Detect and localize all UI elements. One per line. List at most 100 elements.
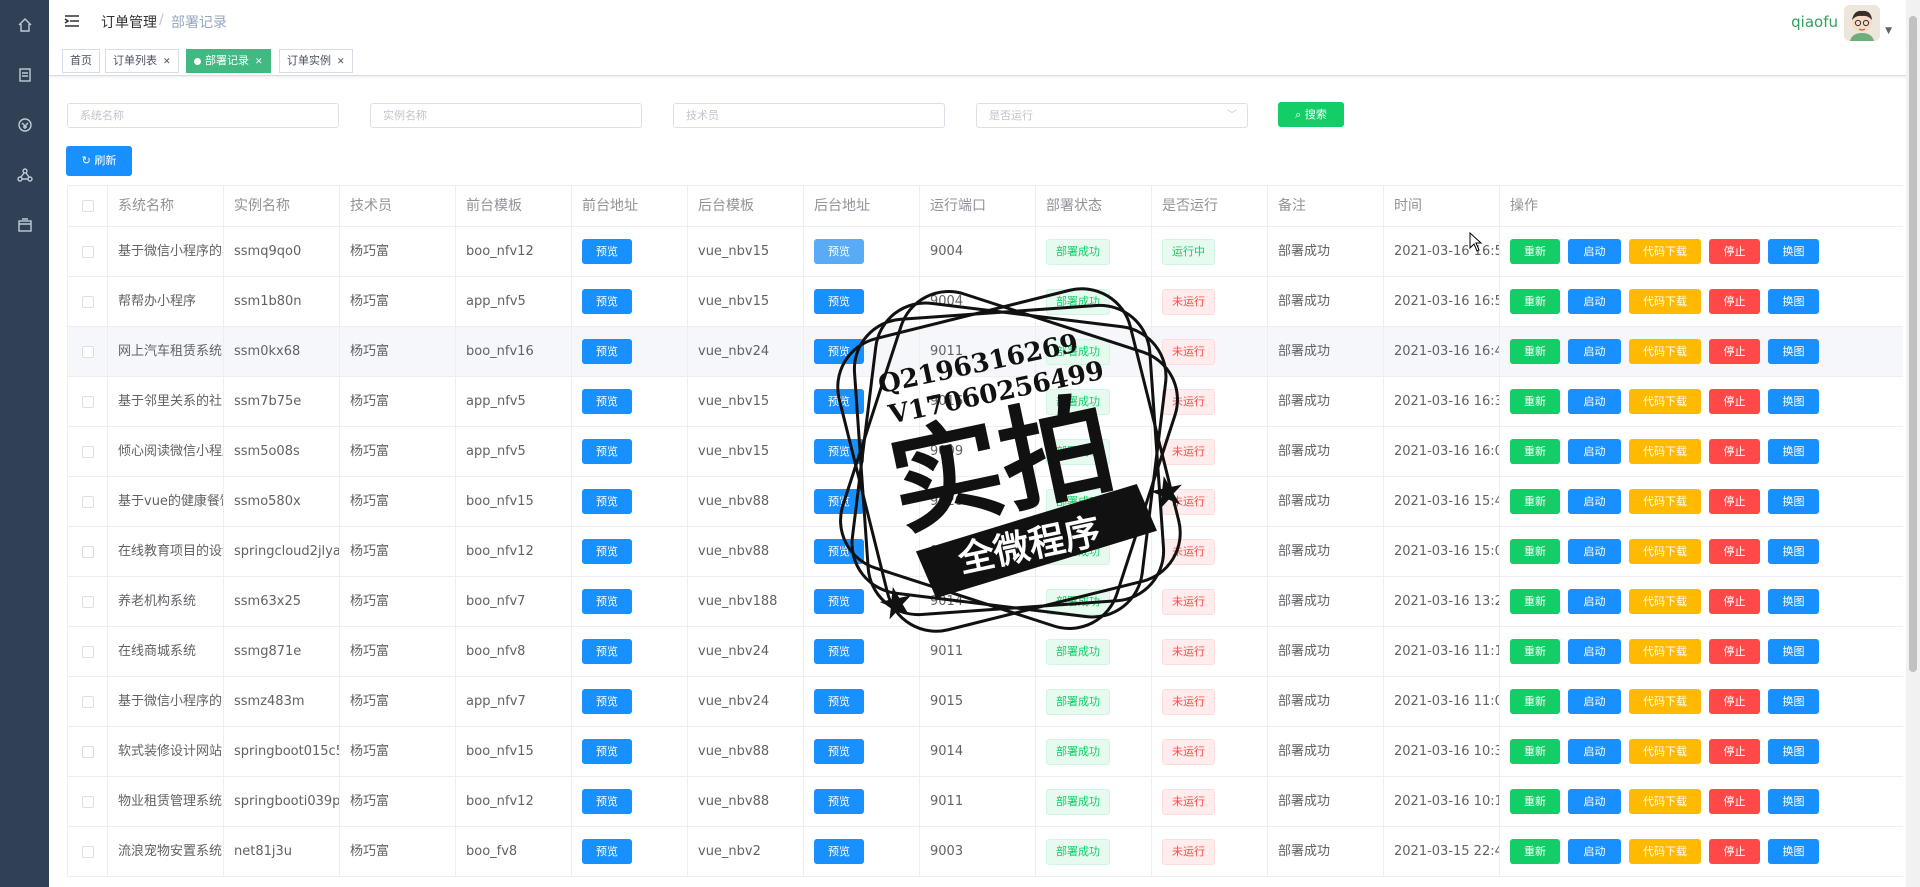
download-code-button[interactable]: 代码下载: [1629, 389, 1701, 414]
hamburger-icon[interactable]: [63, 12, 81, 30]
scrollbar[interactable]: [1906, 0, 1920, 887]
tag-order-instances[interactable]: 订单实例 ✕: [279, 49, 353, 73]
download-code-button[interactable]: 代码下载: [1629, 489, 1701, 514]
instance-name-input[interactable]: [370, 103, 642, 128]
start-button[interactable]: 启动: [1568, 239, 1621, 264]
start-button[interactable]: 启动: [1568, 489, 1621, 514]
network-icon[interactable]: [15, 165, 34, 184]
front-preview-button[interactable]: 预览: [582, 489, 632, 514]
back-preview-button[interactable]: 预览: [814, 289, 864, 314]
start-button[interactable]: 启动: [1568, 389, 1621, 414]
download-code-button[interactable]: 代码下载: [1629, 589, 1701, 614]
tech-input[interactable]: [673, 103, 945, 128]
table-row[interactable]: 基于微信小程序的毕 ssmq9qo0 杨巧富 boo_nfv12 预览 vue_nbv15…: [68, 227, 1903, 277]
start-button[interactable]: 启动: [1568, 339, 1621, 364]
change-image-button[interactable]: 换图: [1768, 489, 1819, 514]
change-image-button[interactable]: 换图: [1768, 639, 1819, 664]
stop-button[interactable]: 停止: [1709, 689, 1760, 714]
close-icon[interactable]: ✕: [255, 57, 263, 67]
running-select[interactable]: 是否运行 ﹀: [976, 103, 1248, 128]
front-preview-button[interactable]: 预览: [582, 439, 632, 464]
row-checkbox[interactable]: [82, 695, 94, 708]
change-image-button[interactable]: 换图: [1768, 389, 1819, 414]
tag-deploy-records[interactable]: 部署记录 ✕: [186, 49, 271, 73]
close-icon[interactable]: ✕: [163, 57, 171, 67]
back-preview-button[interactable]: 预览: [814, 739, 864, 764]
redeploy-button[interactable]: 重新: [1510, 589, 1560, 614]
stop-button[interactable]: 停止: [1709, 239, 1760, 264]
front-preview-button[interactable]: 预览: [582, 389, 632, 414]
change-image-button[interactable]: 换图: [1768, 439, 1819, 464]
start-button[interactable]: 启动: [1568, 789, 1621, 814]
username[interactable]: qiaofu: [1791, 13, 1838, 31]
start-button[interactable]: 启动: [1568, 739, 1621, 764]
row-checkbox[interactable]: [82, 395, 94, 408]
download-code-button[interactable]: 代码下载: [1629, 539, 1701, 564]
front-preview-button[interactable]: 预览: [582, 689, 632, 714]
table-row[interactable]: 在线商城系统 ssmg871e 杨巧富 boo_nfv8 预览 vue_nbv24 预览 90…: [68, 627, 1903, 677]
table-row[interactable]: 软式装修设计网站 springboot015c5 杨巧富 boo_nfv15 预览 vue…: [68, 727, 1903, 777]
change-image-button[interactable]: 换图: [1768, 539, 1819, 564]
back-preview-button[interactable]: 预览: [814, 439, 864, 464]
download-code-button[interactable]: 代码下载: [1629, 739, 1701, 764]
table-row[interactable]: 网上汽车租赁系统 ssm0kx68 杨巧富 boo_nfv16 预览 vue_nbv24 预…: [68, 327, 1903, 377]
stop-button[interactable]: 停止: [1709, 439, 1760, 464]
start-button[interactable]: 启动: [1568, 589, 1621, 614]
change-image-button[interactable]: 换图: [1768, 339, 1819, 364]
change-image-button[interactable]: 换图: [1768, 589, 1819, 614]
start-button[interactable]: 启动: [1568, 689, 1621, 714]
system-name-input[interactable]: [67, 103, 339, 128]
row-checkbox[interactable]: [82, 745, 94, 758]
start-button[interactable]: 启动: [1568, 539, 1621, 564]
stop-button[interactable]: 停止: [1709, 539, 1760, 564]
search-button[interactable]: ⌕ 搜索: [1278, 102, 1344, 127]
table-row[interactable]: 物业租赁管理系统 springbooti039p 杨巧富 boo_nfv12 预览 vue…: [68, 777, 1903, 827]
redeploy-button[interactable]: 重新: [1510, 389, 1560, 414]
refresh-button[interactable]: ↻ 刷新: [66, 146, 132, 176]
table-row[interactable]: 帮帮办小程序 ssm1b80n 杨巧富 app_nfv5 预览 vue_nbv15 预览 90…: [68, 277, 1903, 327]
redeploy-button[interactable]: 重新: [1510, 289, 1560, 314]
front-preview-button[interactable]: 预览: [582, 339, 632, 364]
change-image-button[interactable]: 换图: [1768, 789, 1819, 814]
caret-down-icon[interactable]: ▼: [1885, 26, 1892, 36]
redeploy-button[interactable]: 重新: [1510, 839, 1560, 864]
stop-button[interactable]: 停止: [1709, 489, 1760, 514]
change-image-button[interactable]: 换图: [1768, 839, 1819, 864]
stop-button[interactable]: 停止: [1709, 639, 1760, 664]
stop-button[interactable]: 停止: [1709, 389, 1760, 414]
front-preview-button[interactable]: 预览: [582, 539, 632, 564]
row-checkbox[interactable]: [82, 445, 94, 458]
change-image-button[interactable]: 换图: [1768, 239, 1819, 264]
back-preview-button[interactable]: 预览: [814, 339, 864, 364]
back-preview-button[interactable]: 预览: [814, 239, 864, 264]
back-preview-button[interactable]: 预览: [814, 639, 864, 664]
redeploy-button[interactable]: 重新: [1510, 339, 1560, 364]
front-preview-button[interactable]: 预览: [582, 839, 632, 864]
row-checkbox[interactable]: [82, 795, 94, 808]
back-preview-button[interactable]: 预览: [814, 589, 864, 614]
front-preview-button[interactable]: 预览: [582, 239, 632, 264]
download-code-button[interactable]: 代码下载: [1629, 689, 1701, 714]
redeploy-button[interactable]: 重新: [1510, 489, 1560, 514]
download-code-button[interactable]: 代码下载: [1629, 789, 1701, 814]
download-code-button[interactable]: 代码下载: [1629, 239, 1701, 264]
start-button[interactable]: 启动: [1568, 289, 1621, 314]
stop-button[interactable]: 停止: [1709, 839, 1760, 864]
select-all-checkbox[interactable]: [82, 200, 94, 212]
download-code-button[interactable]: 代码下载: [1629, 339, 1701, 364]
row-checkbox[interactable]: [82, 345, 94, 358]
breadcrumb-item-orders[interactable]: 订单管理: [101, 12, 157, 32]
change-image-button[interactable]: 换图: [1768, 289, 1819, 314]
finance-icon[interactable]: [15, 115, 34, 134]
download-code-button[interactable]: 代码下载: [1629, 839, 1701, 864]
back-preview-button[interactable]: 预览: [814, 389, 864, 414]
scroll-thumb[interactable]: [1909, 16, 1917, 672]
front-preview-button[interactable]: 预览: [582, 589, 632, 614]
row-checkbox[interactable]: [82, 295, 94, 308]
redeploy-button[interactable]: 重新: [1510, 639, 1560, 664]
table-row[interactable]: 基于vue的健康餐饮 ssmo580x 杨巧富 boo_nfv15 预览 vue_nbv8…: [68, 477, 1903, 527]
start-button[interactable]: 启动: [1568, 639, 1621, 664]
redeploy-button[interactable]: 重新: [1510, 739, 1560, 764]
table-row[interactable]: 基于微信小程序的员 ssmz483m 杨巧富 app_nfv7 预览 vue_nbv24 预…: [68, 677, 1903, 727]
front-preview-button[interactable]: 预览: [582, 739, 632, 764]
